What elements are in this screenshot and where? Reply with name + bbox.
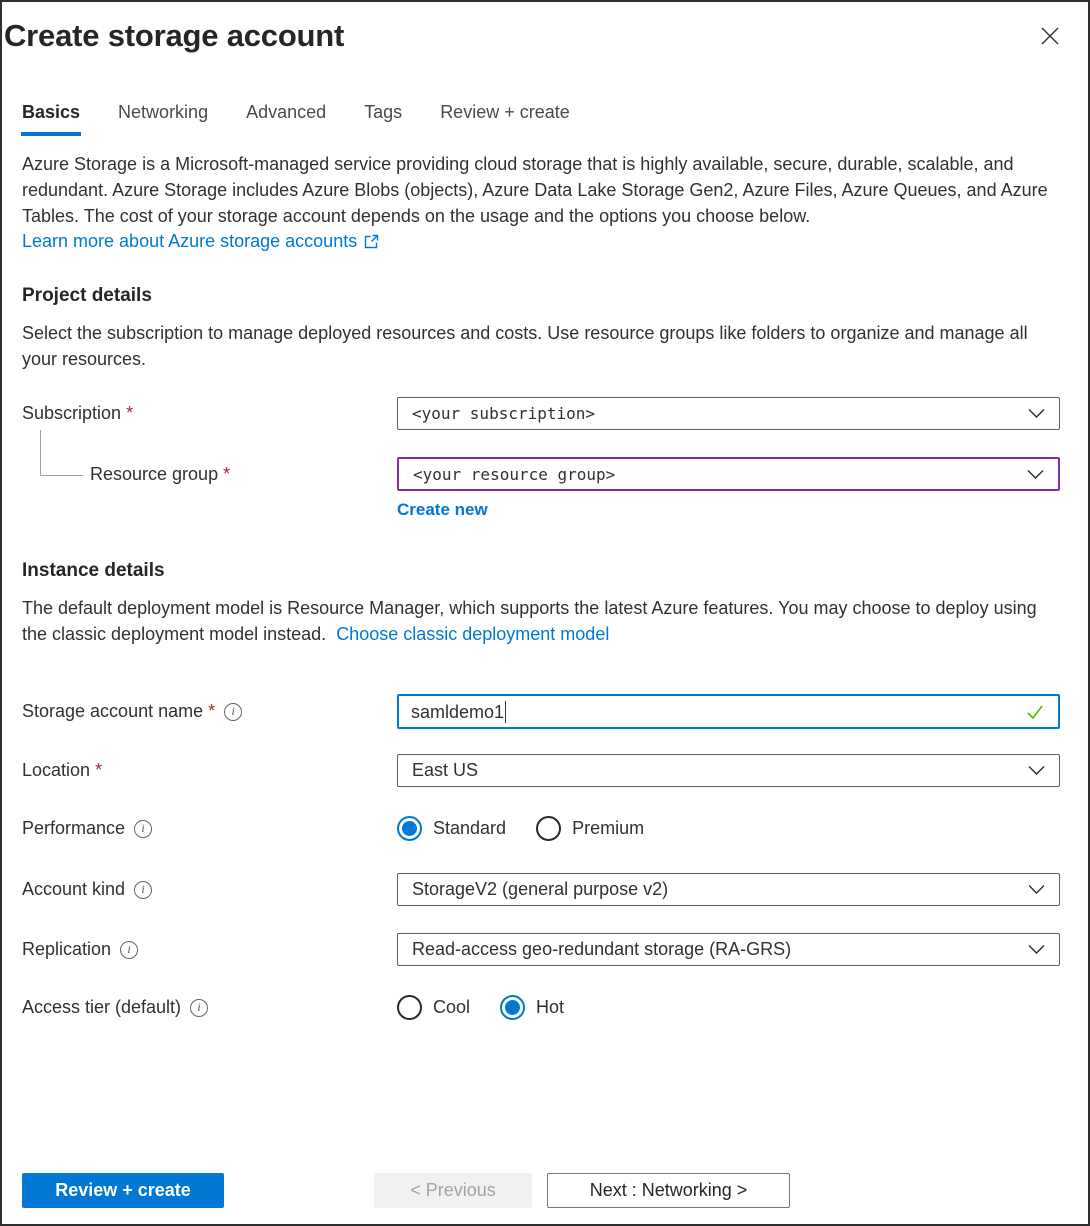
close-icon bbox=[1038, 24, 1062, 48]
subscription-label: Subscription * bbox=[22, 403, 397, 424]
required-asterisk: * bbox=[223, 464, 230, 485]
instance-details-description: The default deployment model is Resource… bbox=[22, 595, 1060, 647]
account-kind-dropdown[interactable]: StorageV2 (general purpose v2) bbox=[397, 873, 1060, 906]
tab-review-create[interactable]: Review + create bbox=[440, 102, 570, 136]
next-networking-button[interactable]: Next : Networking > bbox=[547, 1173, 790, 1208]
required-asterisk: * bbox=[95, 760, 102, 781]
info-icon[interactable]: i bbox=[190, 999, 208, 1017]
radio-option-cool[interactable]: Cool bbox=[397, 995, 470, 1020]
radio-option-hot[interactable]: Hot bbox=[500, 995, 564, 1020]
subscription-value: <your subscription> bbox=[412, 404, 595, 423]
location-label: Location * bbox=[22, 760, 397, 781]
replication-value: Read-access geo-redundant storage (RA-GR… bbox=[412, 939, 791, 960]
create-new-link[interactable]: Create new bbox=[397, 500, 488, 519]
chevron-down-icon bbox=[1028, 884, 1045, 895]
account-kind-value: StorageV2 (general purpose v2) bbox=[412, 879, 668, 900]
project-details-description: Select the subscription to manage deploy… bbox=[22, 320, 1060, 372]
chevron-down-icon bbox=[1028, 944, 1045, 955]
resource-group-dropdown[interactable]: <your resource group> bbox=[397, 457, 1060, 491]
location-dropdown[interactable]: East US bbox=[397, 754, 1060, 787]
learn-more-link[interactable]: Learn more about Azure storage accounts bbox=[22, 231, 357, 252]
required-asterisk: * bbox=[126, 403, 133, 424]
replication-dropdown[interactable]: Read-access geo-redundant storage (RA-GR… bbox=[397, 933, 1060, 966]
subscription-row: Subscription * <your subscription> bbox=[22, 397, 1060, 430]
tab-bar: Basics Networking Advanced Tags Review +… bbox=[22, 102, 1060, 136]
validation-check-icon bbox=[1024, 701, 1046, 723]
classic-deployment-link[interactable]: Choose classic deployment model bbox=[336, 624, 609, 644]
create-storage-account-dialog: Create storage account Basics Networking… bbox=[0, 0, 1090, 1226]
access-tier-label: Access tier (default) i bbox=[22, 997, 397, 1018]
replication-row: Replication i Read-access geo-redundant … bbox=[22, 933, 1060, 966]
page-title: Create storage account bbox=[4, 18, 1088, 54]
chevron-down-icon bbox=[1027, 469, 1044, 480]
replication-label: Replication i bbox=[22, 939, 397, 960]
radio-option-standard[interactable]: Standard bbox=[397, 816, 506, 841]
tab-tags[interactable]: Tags bbox=[364, 102, 402, 136]
info-icon[interactable]: i bbox=[224, 703, 242, 721]
intro-paragraph: Azure Storage is a Microsoft-managed ser… bbox=[22, 151, 1060, 229]
previous-button[interactable]: < Previous bbox=[374, 1173, 532, 1208]
storage-account-name-value: samldemo1 bbox=[411, 701, 506, 723]
location-value: East US bbox=[412, 760, 478, 781]
radio-button-standard[interactable] bbox=[397, 816, 422, 841]
account-kind-row: Account kind i StorageV2 (general purpos… bbox=[22, 873, 1060, 906]
project-details-heading: Project details bbox=[22, 285, 1060, 307]
required-asterisk: * bbox=[208, 701, 215, 722]
radio-button-premium[interactable] bbox=[536, 816, 561, 841]
resource-group-value: <your resource group> bbox=[413, 465, 615, 484]
access-tier-radio-group: Cool Hot bbox=[397, 995, 1060, 1020]
radio-option-premium[interactable]: Premium bbox=[536, 816, 644, 841]
radio-button-cool[interactable] bbox=[397, 995, 422, 1020]
instance-details-heading: Instance details bbox=[22, 560, 1060, 582]
external-link-icon bbox=[363, 233, 380, 250]
tab-basics[interactable]: Basics bbox=[22, 102, 80, 136]
radio-button-hot[interactable] bbox=[500, 995, 525, 1020]
performance-radio-group: Standard Premium bbox=[397, 816, 1060, 841]
storage-account-name-input[interactable]: samldemo1 bbox=[397, 694, 1060, 729]
performance-label: Performance i bbox=[22, 818, 397, 839]
performance-row: Performance i Standard Premium bbox=[22, 816, 1060, 841]
account-kind-label: Account kind i bbox=[22, 879, 397, 900]
chevron-down-icon bbox=[1028, 408, 1045, 419]
info-icon[interactable]: i bbox=[120, 941, 138, 959]
resource-group-row: Resource group * <your resource group> bbox=[22, 457, 1060, 491]
review-create-button[interactable]: Review + create bbox=[22, 1173, 224, 1208]
storage-account-name-row: Storage account name * i samldemo1 bbox=[22, 694, 1060, 729]
text-cursor bbox=[505, 701, 506, 723]
chevron-down-icon bbox=[1028, 765, 1045, 776]
subscription-dropdown[interactable]: <your subscription> bbox=[397, 397, 1060, 430]
location-row: Location * East US bbox=[22, 754, 1060, 787]
resource-group-connector-line bbox=[40, 430, 83, 476]
info-icon[interactable]: i bbox=[134, 881, 152, 899]
storage-account-name-label: Storage account name * i bbox=[22, 701, 397, 722]
access-tier-row: Access tier (default) i Cool Hot bbox=[22, 995, 1060, 1020]
tab-advanced[interactable]: Advanced bbox=[246, 102, 326, 136]
tab-networking[interactable]: Networking bbox=[118, 102, 208, 136]
info-icon[interactable]: i bbox=[134, 820, 152, 838]
close-button[interactable] bbox=[1032, 18, 1068, 54]
